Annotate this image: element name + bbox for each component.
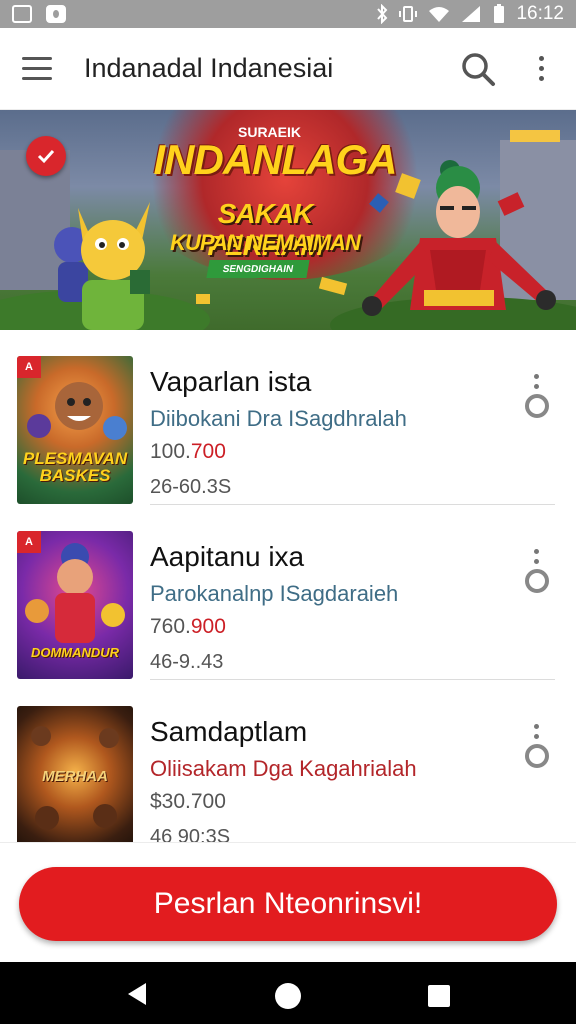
thumbnail-label: PLESMAVAN BASKES <box>23 449 128 485</box>
status-bar: 16:12 <box>0 0 576 28</box>
item-price-main: 760. <box>150 615 191 638</box>
list-item[interactable]: MERHAA Samdaptlam Oliisakam Dga Kagahria… <box>0 680 576 842</box>
thumbnail-label: DOMMANDUR <box>30 645 120 660</box>
signal-icon <box>462 6 481 22</box>
check-icon <box>37 149 55 164</box>
more-vert-icon-dot <box>538 56 544 61</box>
item-price-accent: 900 <box>190 615 226 638</box>
more-vert-icon-dot <box>538 66 544 71</box>
home-icon[interactable] <box>275 983 301 1009</box>
more-vert-icon-dot <box>534 384 539 389</box>
list-item[interactable]: A PLESMAVAN BASKES Vaparlan ista Diiboka… <box>0 330 576 505</box>
back-icon[interactable] <box>126 981 148 1007</box>
menu-button[interactable] <box>22 51 58 87</box>
promo-banner[interactable]: SURAEIK INDANLAGA SAKAK PERRAM KUPAN NEM… <box>0 110 576 330</box>
list-item[interactable]: A DOMMANDUR Aapitanu ixa Parokanalnp ISa… <box>0 505 576 680</box>
more-vert-icon-dot <box>534 559 539 564</box>
more-vert-icon-dot <box>534 724 539 729</box>
game-thumbnail[interactable]: A DOMMANDUR <box>17 531 133 679</box>
banner-subtitle-secondary: KUPAN NEMAIMAN <box>170 230 361 255</box>
app-bar: Indanadal Indanesiai <box>0 28 576 110</box>
status-time: 16:12 <box>516 3 564 24</box>
item-title: Aapitanu ixa <box>150 541 305 572</box>
item-price: 760.900 <box>150 615 226 639</box>
banner-check-badge <box>26 136 66 176</box>
item-price-main: 100. <box>150 440 191 463</box>
page-title: Indanadal Indanesiai <box>84 53 334 83</box>
item-subtitle: Diibokani Dra ISagdhralah <box>150 406 407 431</box>
more-vert-icon-dot <box>534 549 539 554</box>
item-meta: 46 90:3S <box>150 826 231 842</box>
banner-title: INDANLAGA <box>153 136 398 183</box>
game-thumbnail[interactable]: A PLESMAVAN BASKES <box>17 356 133 504</box>
ring-icon <box>525 394 549 418</box>
item-meta: 26-60.3S <box>150 476 232 498</box>
primary-cta-button[interactable]: Pesrlan Nteonrinsvi! <box>19 867 557 941</box>
more-vert-icon-dot <box>534 734 539 739</box>
wifi-icon <box>429 7 450 22</box>
overflow-menu-button[interactable] <box>526 49 556 89</box>
hamburger-icon-line <box>22 77 52 80</box>
status-indicators: 16:12 <box>376 3 564 25</box>
item-options-button[interactable] <box>524 724 550 772</box>
hamburger-icon-line <box>22 67 52 70</box>
bottom-action-area: Pesrlan Nteonrinsvi! <box>0 842 576 962</box>
item-meta: 46-9..43 <box>150 651 224 673</box>
item-subtitle: Parokanalnp ISagdaraieh <box>150 581 399 606</box>
item-title: Vaparlan ista <box>150 366 312 397</box>
item-price-accent: 700 <box>190 440 226 463</box>
more-vert-icon-dot <box>538 76 544 81</box>
item-options-button[interactable] <box>524 549 550 597</box>
status-notifications <box>12 5 66 23</box>
game-list: A PLESMAVAN BASKES Vaparlan ista Diiboka… <box>0 330 576 842</box>
item-price: 100.700 <box>150 440 226 464</box>
item-options-button[interactable] <box>524 374 550 422</box>
ring-icon <box>525 744 549 768</box>
hamburger-icon-line <box>22 57 52 60</box>
bluetooth-icon <box>377 4 388 24</box>
item-price-main: $30.700 <box>150 790 226 813</box>
more-vert-icon-dot <box>534 374 539 379</box>
thumbnail-badge: A <box>17 531 41 553</box>
app-notification-icon <box>46 5 66 23</box>
gallery-notification-icon <box>12 5 32 23</box>
game-thumbnail[interactable]: MERHAA <box>17 706 133 842</box>
system-nav-bar <box>0 962 576 1024</box>
banner-ribbon: SENGDIGHAIN <box>206 260 310 278</box>
item-price: $30.700 <box>150 790 226 814</box>
recent-apps-icon[interactable] <box>428 985 450 1007</box>
search-icon[interactable] <box>458 49 498 89</box>
ring-icon <box>525 569 549 593</box>
item-subtitle: Oliisakam Dga Kagahrialah <box>150 756 417 781</box>
thumbnail-label: MERHAA <box>42 768 108 785</box>
vibrate-icon <box>399 6 418 22</box>
item-title: Samdaptlam <box>150 716 308 747</box>
battery-icon <box>494 4 505 23</box>
thumbnail-badge: A <box>17 356 41 378</box>
